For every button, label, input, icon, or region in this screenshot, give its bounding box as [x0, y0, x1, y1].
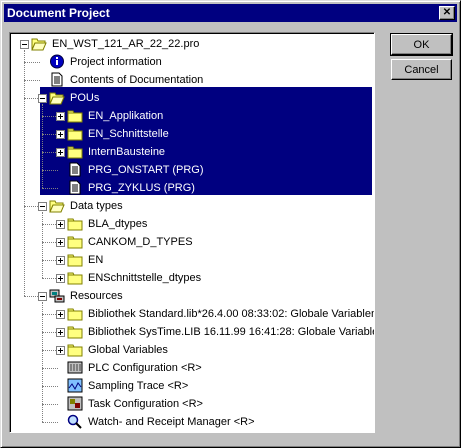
tree-item-label: EN	[88, 254, 104, 266]
tree-item-label: Bibliothek SysTime.LIB 16.11.99 16:41:28…	[88, 326, 375, 338]
document-icon	[49, 72, 65, 87]
collapse-icon[interactable]	[38, 292, 47, 301]
project-icon	[31, 36, 47, 51]
tree-item[interactable]: PRG_ZYKLUS (PRG)	[10, 179, 374, 197]
expand-icon[interactable]	[56, 328, 65, 337]
tree-item-label: POUs	[68, 91, 102, 105]
tree-item[interactable]: Watch- and Receipt Manager <R>	[10, 413, 374, 431]
tree-item[interactable]: BLA_dtypes	[10, 215, 374, 233]
tree-item-label: Task Configuration <R>	[88, 398, 203, 410]
document-icon	[67, 180, 83, 195]
tree-item-label: PRG_ZYKLUS (PRG)	[86, 181, 197, 195]
resources-icon	[49, 288, 65, 303]
tree-item-label: Sampling Trace <R>	[88, 380, 189, 392]
tree-item-label: EN_Schnittstelle	[86, 127, 171, 141]
info-icon	[49, 54, 65, 69]
magnifier-icon	[67, 414, 83, 429]
trace-icon	[67, 378, 83, 393]
expand-icon[interactable]	[56, 220, 65, 229]
tree-item[interactable]: Task Configuration <R>	[10, 395, 374, 413]
tree-item[interactable]: Bibliothek Standard.lib*26.4.00 08:33:02…	[10, 305, 374, 323]
tree-item-label: Global Variables	[88, 344, 168, 356]
expand-icon[interactable]	[56, 238, 65, 247]
folder-icon	[67, 324, 83, 339]
tree-item[interactable]: PRG_ONSTART (PRG)	[10, 161, 374, 179]
tree-item-label: EN_WST_121_AR_22_22.pro	[52, 38, 200, 50]
folder-icon	[67, 306, 83, 321]
tree-item-label: Data types	[70, 200, 123, 212]
tree-item[interactable]: EN	[10, 251, 374, 269]
tree-item-label: PLC Configuration <R>	[88, 362, 202, 374]
tree-item[interactable]: POUs	[10, 89, 374, 107]
expand-icon[interactable]	[56, 346, 65, 355]
expand-icon[interactable]	[56, 310, 65, 319]
tree-item[interactable]: Resources	[10, 287, 374, 305]
expand-icon[interactable]	[56, 130, 65, 139]
tree-item-label: PRG_ONSTART (PRG)	[86, 163, 206, 177]
folder-icon	[67, 234, 83, 249]
window-title: Document Project	[7, 6, 110, 20]
open-folder-icon	[49, 90, 65, 105]
collapse-icon[interactable]	[38, 94, 47, 103]
tree-item-label: InternBausteine	[86, 145, 168, 159]
tree-item[interactable]: Sampling Trace <R>	[10, 377, 374, 395]
folder-icon	[67, 252, 83, 267]
folder-icon	[67, 216, 83, 231]
tree-item-label: Watch- and Receipt Manager <R>	[88, 416, 255, 428]
cancel-button[interactable]: Cancel	[391, 59, 452, 80]
tree-item[interactable]: Bibliothek SysTime.LIB 16.11.99 16:41:28…	[10, 323, 374, 341]
expand-icon[interactable]	[56, 112, 65, 121]
tree-item[interactable]: Project information	[10, 53, 374, 71]
collapse-icon[interactable]	[20, 40, 29, 49]
tree-item-label: Contents of Documentation	[70, 74, 204, 86]
tree-item-label: EN_Applikation	[86, 109, 166, 123]
document-project-dialog: Document Project ✕ EN_WST_121_AR_22_22.p…	[0, 0, 461, 448]
project-tree[interactable]: EN_WST_121_AR_22_22.pro Project informati…	[9, 32, 375, 433]
tree-item[interactable]: CANKOM_D_TYPES	[10, 233, 374, 251]
plc-config-icon	[67, 360, 83, 375]
tree-item[interactable]: PLC Configuration <R>	[10, 359, 374, 377]
task-config-icon	[67, 396, 83, 411]
tree-item[interactable]: Data types	[10, 197, 374, 215]
tree-item-label: Resources	[70, 290, 123, 302]
title-bar[interactable]: Document Project ✕	[4, 4, 457, 22]
tree-item[interactable]: Global Variables	[10, 341, 374, 359]
tree-item[interactable]: EN_WST_121_AR_22_22.pro	[10, 35, 374, 53]
expand-icon[interactable]	[56, 256, 65, 265]
tree-item[interactable]: ENSchnittstelle_dtypes	[10, 269, 374, 287]
tree-item-label: BLA_dtypes	[88, 218, 148, 230]
ok-button[interactable]: OK	[390, 33, 453, 56]
tree-item-label: CANKOM_D_TYPES	[88, 236, 193, 248]
tree-item-label: Bibliothek Standard.lib*26.4.00 08:33:02…	[88, 308, 375, 320]
tree-item-label: Project information	[70, 56, 162, 68]
tree-item-label: ENSchnittstelle_dtypes	[88, 272, 202, 284]
folder-icon	[67, 144, 83, 159]
folder-icon	[67, 108, 83, 123]
tree-item[interactable]: InternBausteine	[10, 143, 374, 161]
expand-icon[interactable]	[56, 148, 65, 157]
folder-icon	[67, 270, 83, 285]
tree-item[interactable]: EN_Applikation	[10, 107, 374, 125]
document-icon	[67, 162, 83, 177]
tree-item[interactable]: EN_Schnittstelle	[10, 125, 374, 143]
folder-icon	[67, 342, 83, 357]
collapse-icon[interactable]	[38, 202, 47, 211]
close-icon: ✕	[442, 7, 452, 18]
tree-item[interactable]: Contents of Documentation	[10, 71, 374, 89]
open-folder-icon	[49, 198, 65, 213]
folder-icon	[67, 126, 83, 141]
close-button[interactable]: ✕	[439, 6, 455, 20]
expand-icon[interactable]	[56, 274, 65, 283]
